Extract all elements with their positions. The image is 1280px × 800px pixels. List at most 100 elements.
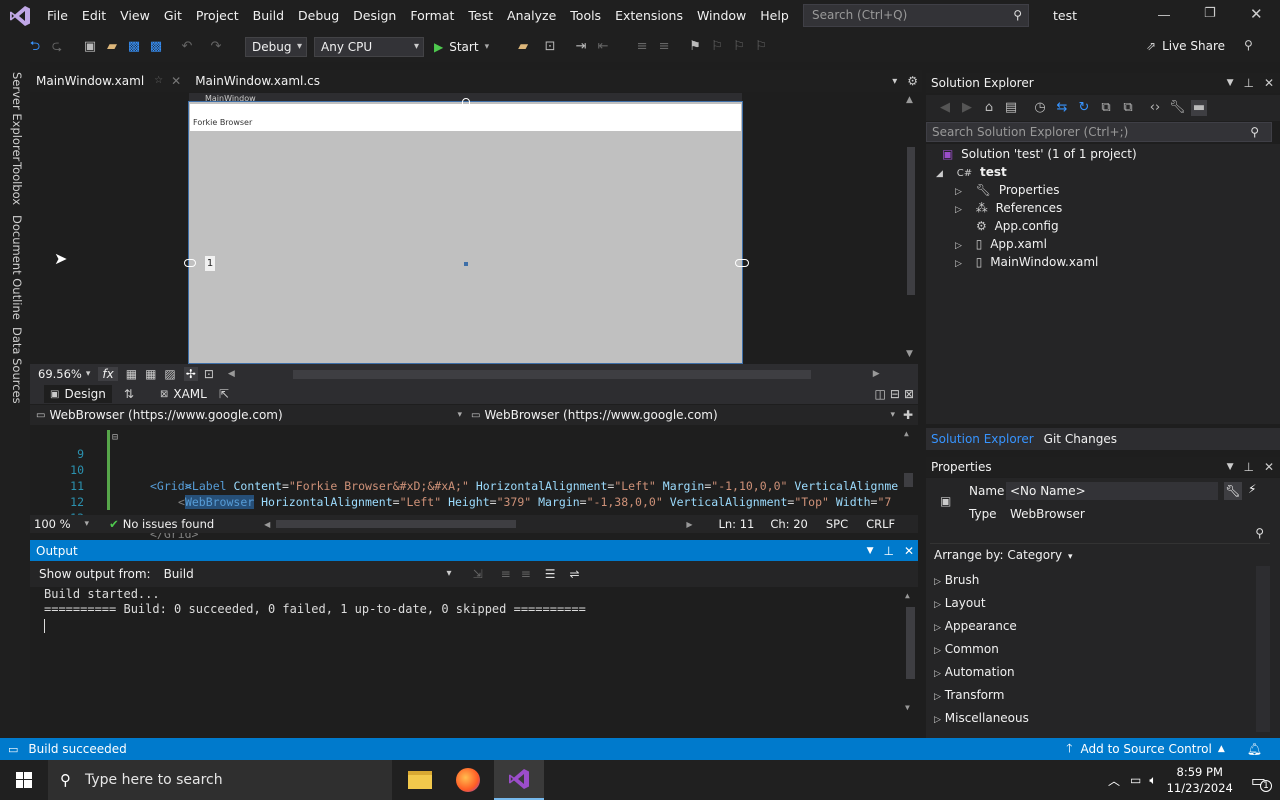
bookmark-icon[interactable]: ⚑ bbox=[687, 39, 703, 55]
comment-icon[interactable]: ≡ bbox=[634, 39, 650, 55]
action-center-icon[interactable]: ▭ 1 bbox=[1251, 771, 1272, 792]
preview-icon[interactable]: ▬ bbox=[1191, 100, 1207, 116]
properties-wrench-icon[interactable]: 🔧︎ bbox=[1224, 482, 1242, 500]
tab-mainwindow-xaml[interactable]: MainWindow.xaml ☆ ✕ bbox=[30, 70, 188, 92]
collapsed-arrow-icon[interactable]: ▷ bbox=[955, 241, 962, 251]
menu-window[interactable]: Window bbox=[690, 0, 753, 32]
right-resize-handle[interactable] bbox=[735, 259, 749, 267]
tab-list-icon[interactable]: ▾ bbox=[892, 76, 897, 87]
menu-view[interactable]: View bbox=[113, 0, 157, 32]
property-search-input[interactable]: ⚲ bbox=[930, 526, 1270, 544]
chevron-down-icon[interactable]: ▾ bbox=[86, 369, 91, 379]
data-sources-tab[interactable]: Data Sources bbox=[10, 327, 24, 404]
browse-icon[interactable]: ▰ bbox=[515, 39, 531, 55]
category-miscellaneous[interactable]: ▷ Miscellaneous bbox=[934, 707, 1029, 729]
windows-start-icon[interactable] bbox=[0, 760, 48, 800]
start-button[interactable]: ▶ Start ▾ bbox=[434, 40, 489, 54]
visual-studio-taskbar-icon[interactable] bbox=[494, 760, 544, 800]
menu-format[interactable]: Format bbox=[403, 0, 461, 32]
scroll-right-icon[interactable]: ▶ bbox=[686, 520, 692, 529]
word-wrap-icon[interactable]: ⇌ bbox=[570, 567, 580, 581]
tree-item-mainwindow-xaml[interactable]: ▷ ▯ MainWindow.xaml bbox=[955, 253, 1098, 271]
notification-bell-icon[interactable]: 🔔︎ bbox=[1247, 742, 1262, 756]
chevron-down-icon[interactable]: ▾ bbox=[85, 519, 90, 529]
server-explorer-tab[interactable]: Server Explorer bbox=[10, 72, 24, 161]
bookmark-next-icon[interactable]: ⚐ bbox=[731, 39, 747, 55]
tab-mainwindow-xaml-cs[interactable]: MainWindow.xaml.cs bbox=[189, 70, 326, 92]
save-icon[interactable]: ▩ bbox=[126, 39, 142, 55]
expanded-arrow-icon[interactable]: ◢ bbox=[936, 169, 943, 179]
tab-solution-explorer[interactable]: Solution Explorer bbox=[931, 432, 1034, 446]
solution-search-input[interactable]: Search Solution Explorer (Ctrl+;) ⚲ bbox=[926, 122, 1272, 142]
arrange-by-dropdown[interactable]: Arrange by: Category ▾ bbox=[934, 548, 1073, 562]
menu-git[interactable]: Git bbox=[157, 0, 189, 32]
back-icon[interactable]: ◀ bbox=[937, 100, 953, 116]
collapsed-arrow-icon[interactable]: ▷ bbox=[955, 187, 962, 197]
gear-icon[interactable]: ⚙ bbox=[907, 74, 918, 88]
tree-item-references[interactable]: ▷ ⁂ References bbox=[955, 199, 1062, 217]
forward-icon[interactable]: ▶ bbox=[959, 100, 975, 116]
category-transform[interactable]: ▷ Transform bbox=[934, 684, 1004, 706]
tree-item-solution[interactable]: ▣ Solution 'test' (1 of 1 project) bbox=[942, 145, 1137, 163]
name-input[interactable]: <No Name> bbox=[1006, 482, 1218, 500]
artboard-icon[interactable]: ▨ bbox=[164, 367, 175, 381]
pin-icon[interactable]: ⊥ bbox=[1243, 76, 1253, 90]
next-message-icon[interactable]: ≡ bbox=[521, 567, 531, 581]
forward-icon[interactable]: ⮎ bbox=[49, 39, 65, 55]
close-icon[interactable]: ✕ bbox=[1264, 460, 1274, 474]
output-source-dropdown[interactable]: Build bbox=[156, 564, 457, 584]
switch-views-icon[interactable]: ▤ bbox=[1003, 100, 1019, 116]
line-ending-indicator[interactable]: CRLF bbox=[866, 517, 895, 531]
outdent-icon[interactable]: ⇤ bbox=[595, 39, 611, 55]
undo-icon[interactable]: ↶ bbox=[179, 39, 195, 55]
menu-analyze[interactable]: Analyze bbox=[500, 0, 563, 32]
camera-icon[interactable]: ⊡ bbox=[542, 39, 558, 55]
menu-design[interactable]: Design bbox=[346, 0, 403, 32]
menu-edit[interactable]: Edit bbox=[75, 0, 113, 32]
output-text-area[interactable]: Build started... ========== Build: 0 suc… bbox=[30, 587, 918, 717]
add-to-source-control[interactable]: Add to Source Control bbox=[1081, 742, 1212, 756]
refresh-icon[interactable]: ↻ bbox=[1076, 100, 1092, 116]
back-icon[interactable]: ⮌ bbox=[27, 39, 43, 55]
firefox-icon[interactable] bbox=[456, 768, 480, 792]
platform-dropdown[interactable]: Any CPU bbox=[314, 37, 424, 57]
category-brush[interactable]: ▷ Brush bbox=[934, 569, 979, 591]
formula-icon[interactable]: fx bbox=[98, 367, 118, 381]
network-icon[interactable]: ▭ bbox=[1130, 773, 1141, 787]
clear-all-icon[interactable]: ☰ bbox=[545, 567, 556, 581]
chevron-up-icon[interactable]: ▲ bbox=[1218, 744, 1225, 754]
zoom-value[interactable]: 69.56% bbox=[38, 367, 82, 381]
close-icon[interactable]: ✕ bbox=[1250, 5, 1263, 23]
tab-git-changes[interactable]: Git Changes bbox=[1044, 432, 1117, 446]
new-project-icon[interactable]: ▣ bbox=[82, 39, 98, 55]
live-share-button[interactable]: ⇗ Live Share bbox=[1146, 39, 1225, 53]
home-icon[interactable]: ⌂ bbox=[981, 100, 997, 116]
scroll-left-icon[interactable]: ◀ bbox=[228, 369, 235, 379]
center-handle[interactable] bbox=[464, 262, 468, 266]
collapsed-arrow-icon[interactable]: ▷ bbox=[955, 259, 962, 269]
scroll-left-icon[interactable]: ◀ bbox=[264, 520, 270, 529]
design-tab[interactable]: ▣ Design bbox=[44, 385, 112, 403]
indent-icon[interactable]: ⇥ bbox=[573, 39, 589, 55]
bookmark-prev-icon[interactable]: ⚐ bbox=[709, 39, 725, 55]
chevron-down-icon[interactable]: ▼ bbox=[867, 546, 874, 556]
save-all-icon[interactable]: ▩ bbox=[148, 39, 164, 55]
designer-hscrollbar[interactable] bbox=[292, 369, 811, 379]
open-icon[interactable]: ▰ bbox=[104, 39, 120, 55]
bookmark-clear-icon[interactable]: ⚐ bbox=[753, 39, 769, 55]
editor-zoom[interactable]: 100 % bbox=[34, 517, 71, 531]
tree-item-properties[interactable]: ▷ 🔧︎ Properties bbox=[955, 181, 1059, 199]
sync-icon[interactable]: ⇆ bbox=[1054, 100, 1070, 116]
category-common[interactable]: ▷ Common bbox=[934, 638, 999, 660]
swap-panes-icon[interactable]: ⇅ bbox=[124, 387, 134, 401]
configuration-dropdown[interactable]: Debug bbox=[245, 37, 307, 57]
close-icon[interactable]: ✕ bbox=[171, 70, 181, 92]
menu-help[interactable]: Help bbox=[753, 0, 796, 32]
fit-icon[interactable]: ⊡ bbox=[204, 367, 214, 381]
chevron-down-icon[interactable]: ▼ bbox=[1227, 78, 1234, 88]
pending-changes-icon[interactable]: ◷ bbox=[1032, 100, 1048, 116]
collapse-icon[interactable]: ⊟ bbox=[112, 430, 118, 446]
category-automation[interactable]: ▷ Automation bbox=[934, 661, 1015, 683]
view-code-icon[interactable]: ‹› bbox=[1147, 100, 1163, 116]
left-margin-handle[interactable] bbox=[184, 259, 196, 267]
